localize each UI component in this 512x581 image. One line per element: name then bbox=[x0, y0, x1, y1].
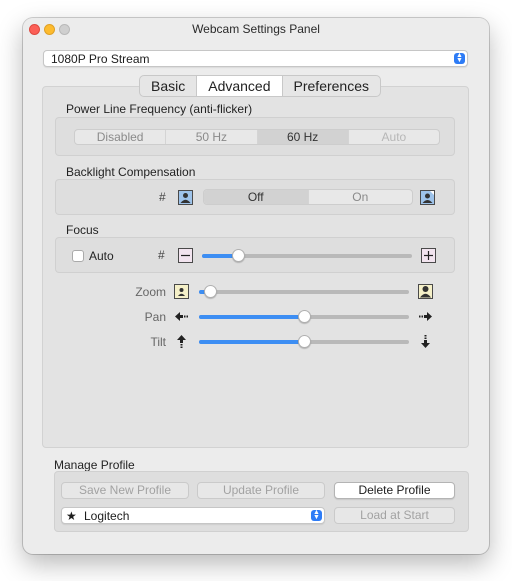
focus-auto-checkbox[interactable] bbox=[72, 250, 84, 262]
tilt-slider-thumb[interactable] bbox=[298, 335, 311, 348]
tilt-slider[interactable] bbox=[199, 335, 409, 348]
tab-panel: Power Line Frequency (anti-flicker) Disa… bbox=[42, 86, 469, 448]
device-select-value: 1080P Pro Stream bbox=[51, 52, 150, 66]
pan-slider[interactable] bbox=[199, 310, 409, 323]
star-icon: ★ bbox=[66, 509, 77, 523]
power-line-option-50hz[interactable]: 50 Hz bbox=[166, 130, 258, 144]
tab-preferences[interactable]: Preferences bbox=[283, 76, 380, 96]
zoom-in-icon[interactable] bbox=[418, 284, 433, 299]
tab-basic[interactable]: Basic bbox=[140, 76, 196, 96]
focus-hash: # bbox=[158, 248, 165, 262]
pan-right-icon[interactable] bbox=[418, 309, 433, 324]
zoom-out-icon[interactable] bbox=[174, 284, 189, 299]
chevron-updown-icon: ▲ ▼ bbox=[311, 509, 322, 521]
backlight-segmented-control[interactable]: Off On bbox=[203, 189, 413, 205]
focus-slider-thumb[interactable] bbox=[231, 249, 245, 262]
title-bar: Webcam Settings Panel bbox=[23, 18, 489, 40]
backlight-hash: # bbox=[159, 190, 166, 204]
power-line-option-disabled[interactable]: Disabled bbox=[75, 130, 167, 144]
focus-slider[interactable] bbox=[202, 249, 412, 262]
backlight-on-icon bbox=[420, 190, 435, 205]
tilt-up-icon[interactable] bbox=[174, 334, 189, 349]
profile-select[interactable]: ★ Logitech ▲ ▼ bbox=[61, 507, 325, 524]
focus-label: Focus bbox=[66, 223, 99, 237]
tilt-slider-fill bbox=[199, 340, 304, 344]
settings-window: Webcam Settings Panel 1080P Pro Stream ▲… bbox=[23, 18, 489, 554]
manage-profile-label: Manage Profile bbox=[54, 458, 135, 472]
tilt-label: Tilt bbox=[150, 335, 166, 349]
focus-plus-icon[interactable] bbox=[421, 248, 436, 263]
pan-label: Pan bbox=[144, 310, 166, 324]
backlight-label: Backlight Compensation bbox=[66, 165, 196, 179]
backlight-box: # Off On bbox=[55, 179, 455, 215]
delete-profile-button[interactable]: Delete Profile bbox=[334, 482, 455, 499]
tab-bar: Basic Advanced Preferences bbox=[139, 75, 381, 97]
pan-slider-fill bbox=[199, 315, 304, 319]
chevron-updown-icon: ▲ ▼ bbox=[454, 52, 465, 64]
focus-minus-icon[interactable] bbox=[178, 248, 193, 263]
power-line-segmented-control[interactable]: Disabled 50 Hz 60 Hz Auto bbox=[74, 129, 440, 145]
zoom-label: Zoom bbox=[135, 285, 166, 299]
tilt-down-icon[interactable] bbox=[418, 334, 433, 349]
backlight-option-on[interactable]: On bbox=[309, 190, 413, 204]
save-new-profile-button[interactable]: Save New Profile bbox=[61, 482, 189, 499]
power-line-label: Power Line Frequency (anti-flicker) bbox=[66, 102, 253, 116]
load-at-start-button[interactable]: Load at Start bbox=[334, 507, 455, 524]
pan-left-icon[interactable] bbox=[174, 309, 189, 324]
zoom-slider-thumb[interactable] bbox=[203, 285, 217, 298]
backlight-option-off[interactable]: Off bbox=[204, 190, 309, 204]
window-title: Webcam Settings Panel bbox=[192, 22, 320, 36]
focus-box: Auto # bbox=[55, 237, 455, 273]
update-profile-button[interactable]: Update Profile bbox=[197, 482, 325, 499]
manage-profile-box: Save New Profile Update Profile Delete P… bbox=[54, 471, 469, 532]
backlight-off-icon bbox=[178, 190, 193, 205]
tab-advanced[interactable]: Advanced bbox=[196, 76, 283, 96]
pan-slider-thumb[interactable] bbox=[298, 310, 311, 323]
power-line-option-60hz[interactable]: 60 Hz bbox=[257, 130, 349, 144]
profile-select-value: Logitech bbox=[84, 509, 130, 523]
power-line-box: Disabled 50 Hz 60 Hz Auto bbox=[55, 117, 455, 156]
power-line-option-auto[interactable]: Auto bbox=[349, 130, 439, 144]
focus-auto-label: Auto bbox=[89, 249, 114, 263]
zoom-slider[interactable] bbox=[199, 285, 409, 298]
device-select[interactable]: 1080P Pro Stream ▲ ▼ bbox=[43, 50, 468, 67]
